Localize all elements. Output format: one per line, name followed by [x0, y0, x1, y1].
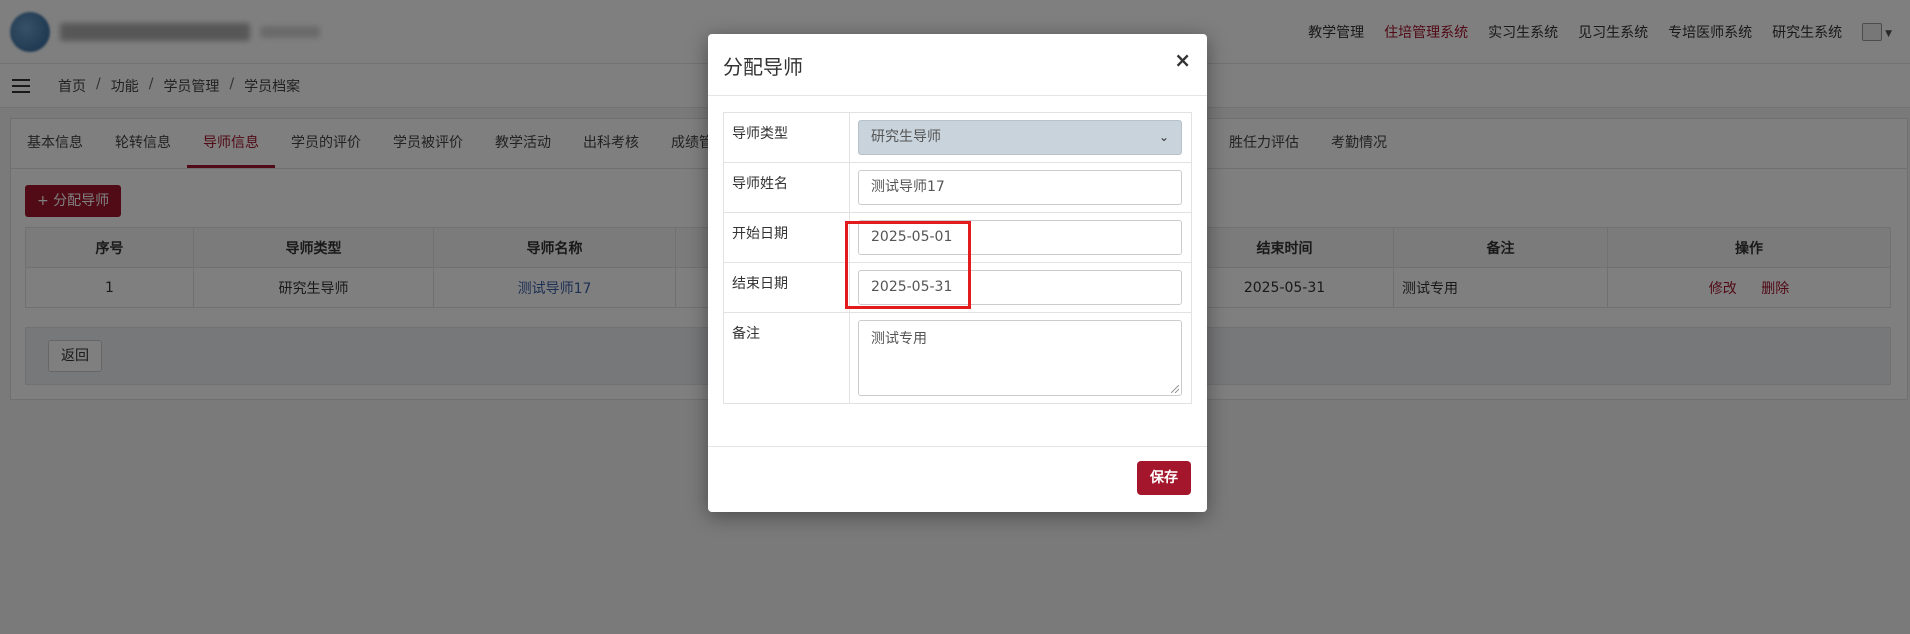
note-textarea[interactable]: 测试专用	[858, 320, 1182, 396]
close-icon[interactable]: ×	[1174, 48, 1191, 72]
date-highlight-box	[845, 221, 971, 309]
type-label: 导师类型	[723, 112, 850, 163]
form-row-name: 导师姓名 测试导师17	[723, 162, 1192, 213]
note-label: 备注	[723, 312, 850, 404]
start-label: 开始日期	[723, 212, 850, 263]
name-label: 导师姓名	[723, 162, 850, 213]
save-button[interactable]: 保存	[1137, 461, 1191, 495]
note-cell: 测试专用	[849, 312, 1192, 404]
end-label: 结束日期	[723, 262, 850, 313]
note-value: 测试专用	[871, 331, 927, 347]
mentor-type-value: 研究生导师	[871, 129, 941, 145]
modal-header: 分配导师 ×	[708, 34, 1207, 96]
modal-title: 分配导师	[723, 55, 803, 79]
name-cell: 测试导师17	[849, 162, 1192, 213]
mentor-name-input[interactable]: 测试导师17	[858, 170, 1182, 205]
modal-footer: 保存	[708, 446, 1207, 512]
form-row-note: 备注 测试专用	[723, 312, 1192, 404]
resize-handle-icon[interactable]	[1171, 385, 1179, 393]
type-cell: 研究生导师 ⌄	[849, 112, 1192, 163]
mentor-type-select[interactable]: 研究生导师 ⌄	[858, 120, 1182, 155]
chevron-down-icon: ⌄	[1158, 130, 1169, 144]
form-row-type: 导师类型 研究生导师 ⌄	[723, 112, 1192, 163]
